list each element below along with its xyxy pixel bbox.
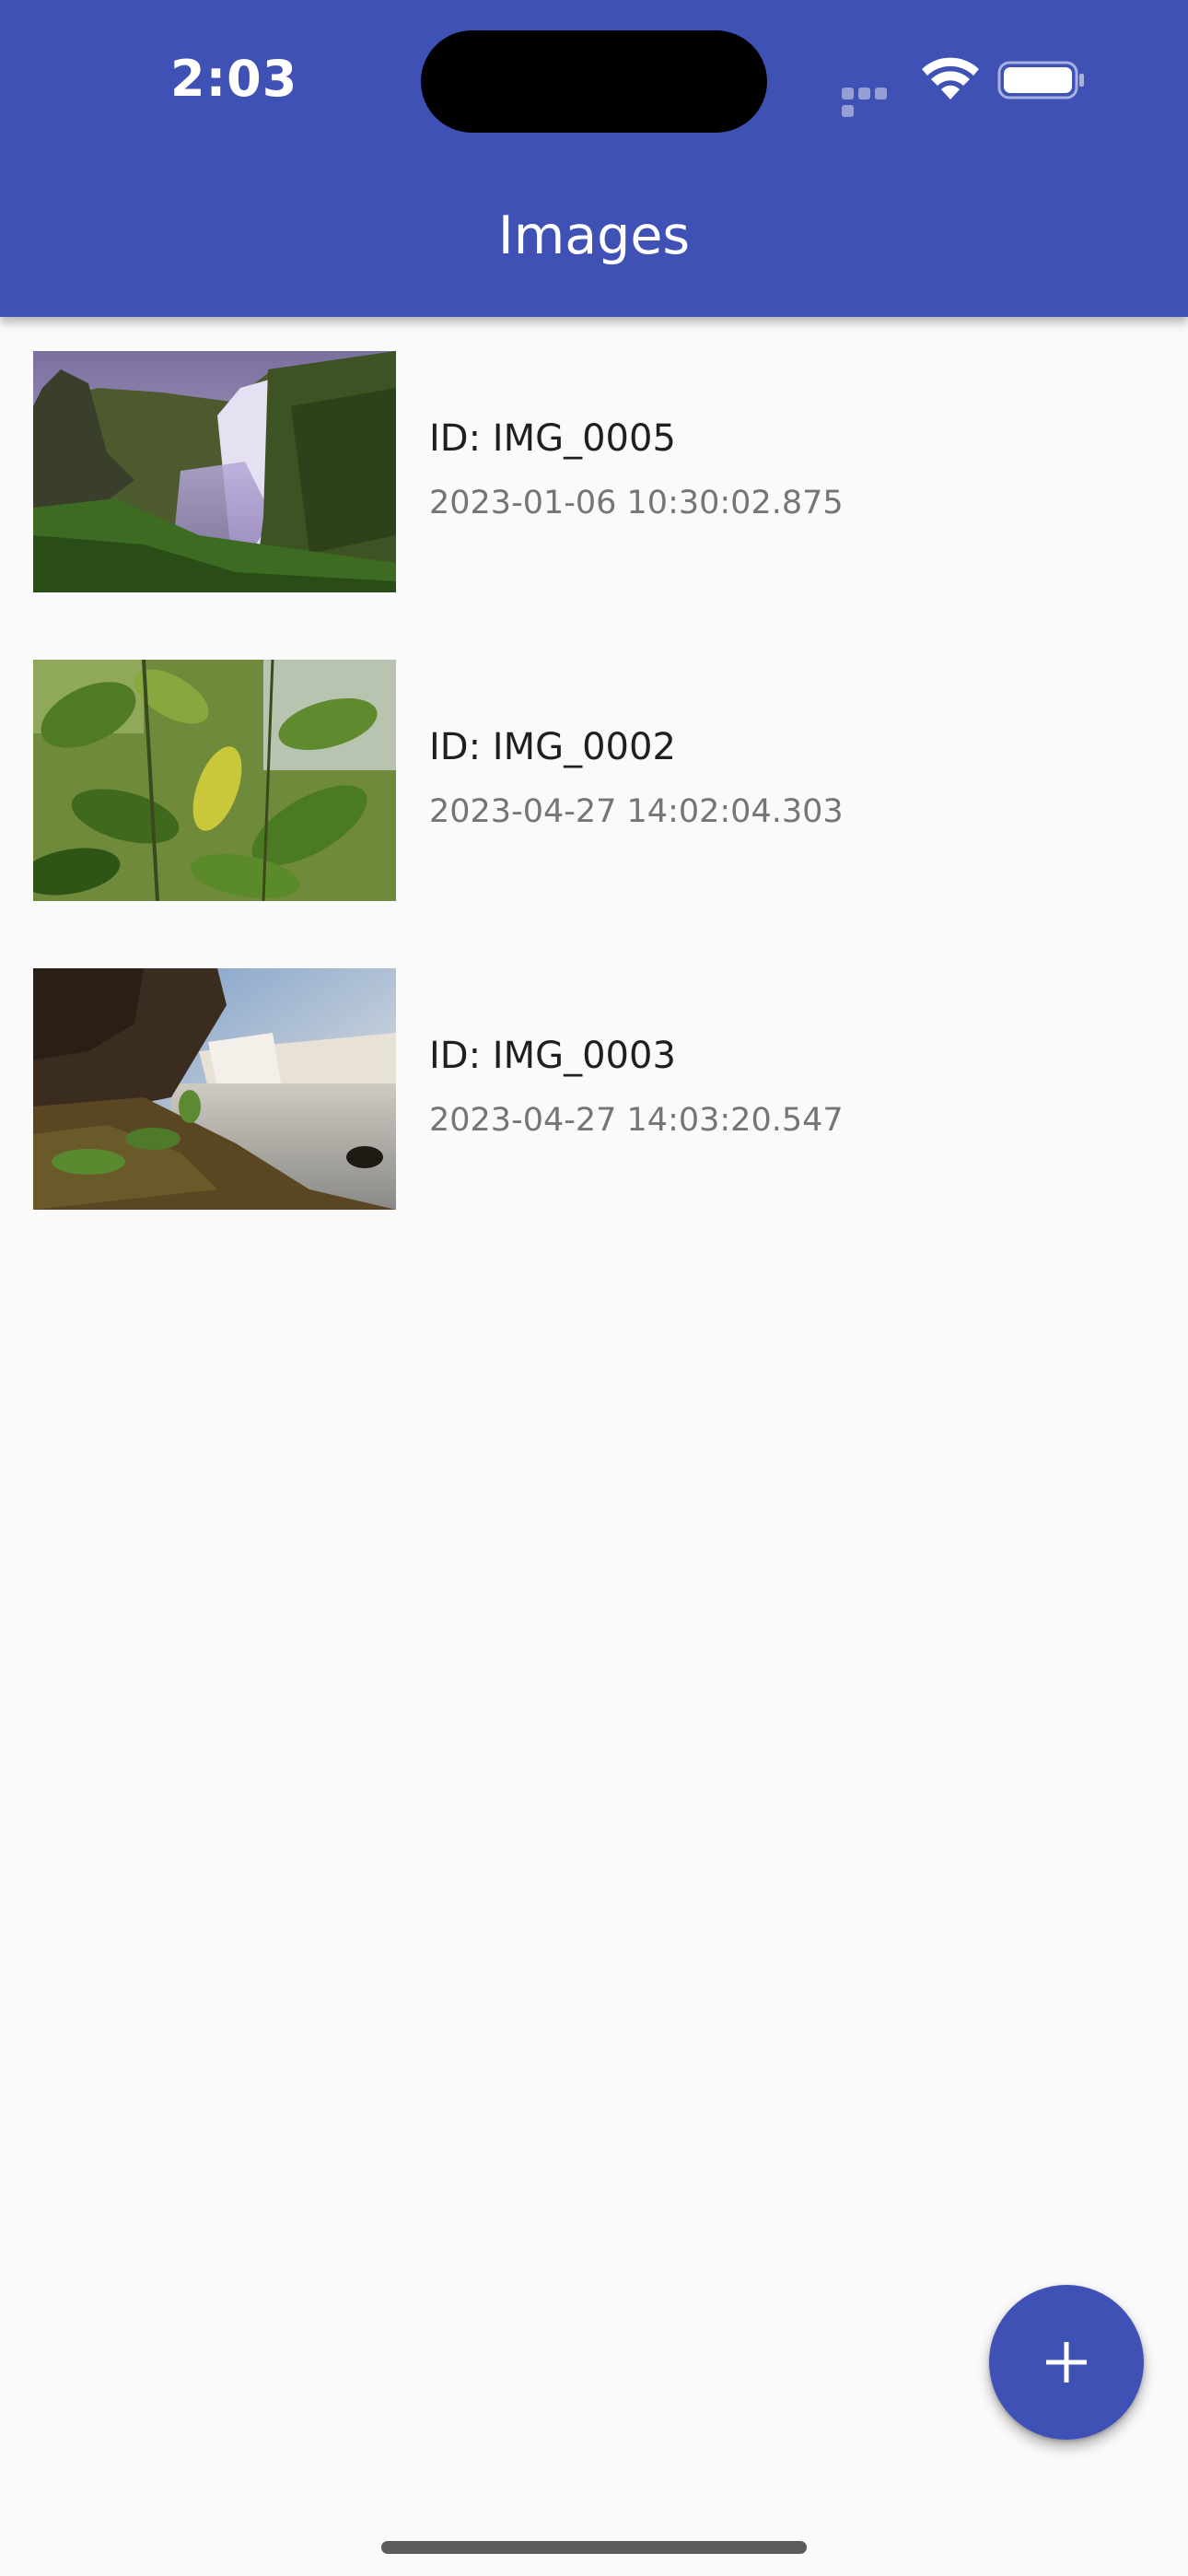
image-timestamp: 2023-04-27 14:03:20.547 [429,1102,844,1139]
image-timestamp: 2023-01-06 10:30:02.875 [429,485,844,521]
image-timestamp: 2023-04-27 14:02:04.303 [429,793,844,830]
home-indicator[interactable] [381,2541,807,2554]
app-bar: 2:03 Images [0,0,1188,317]
plus-icon [1046,2342,1087,2383]
add-image-button[interactable] [989,2285,1144,2440]
list-item[interactable]: ID: IMG_0002 2023-04-27 14:02:04.303 [0,626,1188,934]
waterfall-rocks-photo [33,968,396,1210]
image-id: ID: IMG_0003 [429,1035,676,1077]
page-title: Images [497,205,691,266]
image-id: ID: IMG_0005 [429,417,676,460]
dynamic-island [421,30,767,133]
image-id: ID: IMG_0002 [429,726,676,768]
green-leaves-photo [33,660,396,901]
wifi-icon [922,57,979,100]
battery-icon [997,61,1084,100]
screen: 2:03 Images ID: IMG_0005 2023-01-06 10:3… [0,0,1188,2576]
status-time: 2:03 [170,50,298,108]
list-item[interactable]: ID: IMG_0003 2023-04-27 14:03:20.547 [0,934,1188,1243]
waterfall-cliff-photo [33,351,396,592]
cellular-signal-icon [842,86,906,117]
list-item[interactable]: ID: IMG_0005 2023-01-06 10:30:02.875 [0,317,1188,626]
